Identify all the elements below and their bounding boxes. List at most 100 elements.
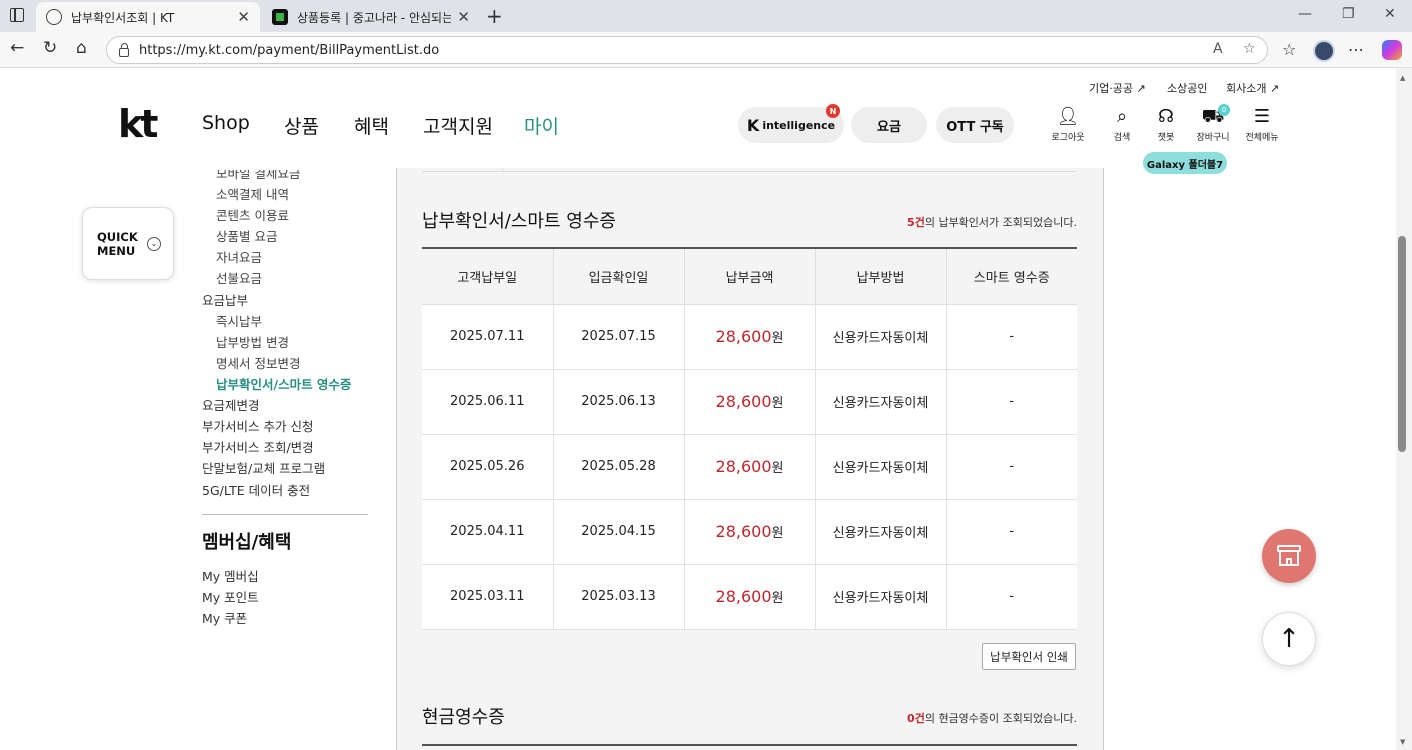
lnav-divider [202, 514, 368, 515]
store-fab-button[interactable] [1262, 529, 1316, 583]
quick-menu[interactable]: QUICK MENU ⌄ [82, 207, 174, 280]
lnav-my-point[interactable]: My 포인트 [202, 587, 259, 606]
cash-count-number: 0건 [907, 712, 925, 725]
new-badge: N [826, 104, 840, 118]
pay-date-cell: 2025.07.11 [422, 304, 554, 370]
url-input[interactable]: https://my.kt.com/payment/BillPaymentLis… [106, 36, 1268, 64]
logout-button[interactable]: 👤︎ 로그아웃 [1046, 106, 1090, 143]
lnav-addon-apply[interactable]: 부가서비스 추가 신청 [202, 416, 313, 435]
fee-button[interactable]: 요금 [851, 107, 927, 143]
amount-cell: 28,600원 [684, 369, 816, 435]
receipt-cell: - [946, 369, 1077, 435]
scrollbar-thumb[interactable] [1398, 236, 1406, 452]
new-tab-icon[interactable]: + [486, 4, 503, 28]
lnav-prepaid-fee[interactable]: 선불요금 [216, 268, 262, 287]
close-tab-icon[interactable]: ✕ [237, 8, 250, 26]
method-cell: 신용카드자동이체 [815, 499, 947, 565]
reload-icon[interactable]: ↻ [43, 38, 57, 58]
cash-count-text: 0건의 현금영수증이 조회되었습니다. [860, 710, 1077, 726]
tab-actions-icon[interactable] [10, 8, 24, 22]
ott-label: OTT 구독 [946, 119, 1004, 135]
method-cell: 신용카드자동이체 [815, 434, 947, 500]
util-link-company[interactable]: 회사소개 ↗ [1226, 80, 1279, 96]
address-bar-row: ← ↻ ⌂ https://my.kt.com/payment/BillPaym… [0, 32, 1412, 68]
lnav-statement-info[interactable]: 명세서 정보변경 [216, 353, 300, 372]
gnb-products[interactable]: 상품 [284, 112, 319, 139]
table-header-row: 고객납부일 입금확인일 납부금액 납부방법 스마트 영수증 [422, 247, 1077, 305]
restore-icon[interactable]: ❐ [1342, 6, 1355, 22]
more-icon[interactable]: ⋯ [1348, 40, 1364, 59]
pay-date-cell: 2025.03.11 [422, 564, 554, 630]
gnb-benefits[interactable]: 혜택 [354, 112, 389, 139]
col-pay-date: 고객납부일 [422, 247, 554, 305]
ott-button[interactable]: OTT 구독 [936, 107, 1014, 143]
kt-logo[interactable]: kt [118, 104, 158, 144]
back-icon[interactable]: ← [10, 38, 24, 58]
receipt-cell: - [946, 434, 1077, 500]
all-menu-button[interactable]: ☰ 전체메뉴 [1240, 106, 1284, 143]
col-confirm-date: 입금확인일 [553, 247, 685, 305]
gnb-shop[interactable]: Shop [202, 112, 250, 134]
lnav-data-charge[interactable]: 5G/LTE 데이터 충전 [202, 480, 310, 499]
lnav-micropayment[interactable]: 소액결제 내역 [216, 184, 289, 203]
tab-kt[interactable]: 납부확인서조회 | KT ✕ [36, 2, 260, 32]
amount-cell: 28,600원 [684, 304, 816, 370]
print-receipt-button[interactable]: 납부확인서 인쇄 [982, 643, 1076, 670]
lnav-my-coupon[interactable]: My 쿠폰 [202, 608, 247, 627]
scroll-top-button[interactable]: ↑ [1262, 612, 1316, 666]
lnav-product-fee[interactable]: 상품별 요금 [216, 226, 277, 245]
lnav-content-fee[interactable]: 콘텐츠 이용료 [216, 205, 289, 224]
util-link-smallbiz[interactable]: 소상공인 [1167, 80, 1207, 96]
k-intelligence-label: intelligence [762, 118, 836, 132]
confirm-date-cell: 2025.03.13 [553, 564, 685, 630]
pay-date-cell: 2025.05.26 [422, 434, 554, 500]
favorite-star-icon[interactable]: ☆ [1243, 41, 1256, 57]
lnav-payment-receipt[interactable]: 납부확인서/스마트 영수증 [216, 374, 351, 393]
table-row: 2025.06.11 2025.06.13 28,600원 신용카드자동이체 - [422, 369, 1077, 435]
receipt-cell: - [946, 499, 1077, 565]
lnav-payment[interactable]: 요금납부 [202, 290, 248, 309]
scroll-up-icon[interactable]: ▲ [1400, 74, 1405, 82]
lock-icon [119, 42, 129, 57]
lnav-my-membership[interactable]: My 멤버십 [202, 566, 259, 585]
amount-unit: 원 [771, 591, 784, 606]
confirm-date-cell: 2025.04.15 [553, 499, 685, 565]
receipt-cell: - [946, 564, 1077, 630]
window-close-icon[interactable]: ✕ [1384, 6, 1396, 22]
table-row: 2025.07.11 2025.07.15 28,600원 신용카드자동이체 - [422, 304, 1077, 370]
read-aloud-icon[interactable]: A [1213, 41, 1223, 57]
fee-label: 요금 [877, 119, 901, 135]
lnav-mobile-payment[interactable]: 모바일 결제요금 [216, 170, 300, 182]
gnb-my[interactable]: 마이 [524, 112, 559, 139]
method-cell: 신용카드자동이체 [815, 304, 947, 370]
tab-joongna[interactable]: 상품등록 | 중고나라 - 안심되는 중 ✕ [262, 2, 480, 32]
scroll-down-icon[interactable]: ▼ [1400, 738, 1405, 746]
table-row: 2025.03.11 2025.03.13 28,600원 신용카드자동이체 - [422, 564, 1077, 630]
close-tab-icon[interactable]: ✕ [457, 8, 470, 26]
confirm-date-cell: 2025.06.13 [553, 369, 685, 435]
copilot-icon[interactable] [1382, 40, 1402, 60]
util-link-enterprise[interactable]: 기업·공공 ↗ [1089, 80, 1146, 96]
logout-label: 로그아웃 [1051, 133, 1085, 143]
lnav-instant-payment[interactable]: 즉시납부 [216, 311, 262, 330]
lnav-change-method[interactable]: 납부방법 변경 [216, 332, 289, 351]
minimize-icon[interactable]: — [1298, 6, 1312, 22]
amount-unit: 원 [771, 461, 784, 476]
cart-label: 장바구니 [1196, 133, 1230, 143]
chevron-down-icon: ⌄ [147, 237, 161, 251]
lnav-addon-view[interactable]: 부가서비스 조회/변경 [202, 437, 314, 456]
profile-avatar[interactable] [1313, 40, 1335, 62]
search-button[interactable]: ⌕ 검색 [1100, 106, 1144, 143]
lnav-child-fee[interactable]: 자녀요금 [216, 247, 262, 266]
favorites-icon[interactable]: ☆ [1282, 40, 1296, 59]
lnav-plan-change[interactable]: 요금제변경 [202, 395, 260, 414]
lnav-device-insurance[interactable]: 단말보험/교체 프로그램 [202, 458, 325, 477]
joongna-favicon-icon [272, 9, 288, 25]
gnb-support[interactable]: 고객지원 [423, 112, 493, 139]
table-row: 2025.05.26 2025.05.28 28,600원 신용카드자동이체 - [422, 434, 1077, 500]
arrow-up-icon: ↑ [1278, 624, 1300, 654]
galaxy-promo-tag[interactable]: Galaxy 폴더블7 [1143, 152, 1227, 174]
pay-date-cell: 2025.06.11 [422, 369, 554, 435]
chatbot-button[interactable]: ☊ 챗봇 [1144, 106, 1188, 143]
home-icon[interactable]: ⌂ [76, 38, 87, 58]
